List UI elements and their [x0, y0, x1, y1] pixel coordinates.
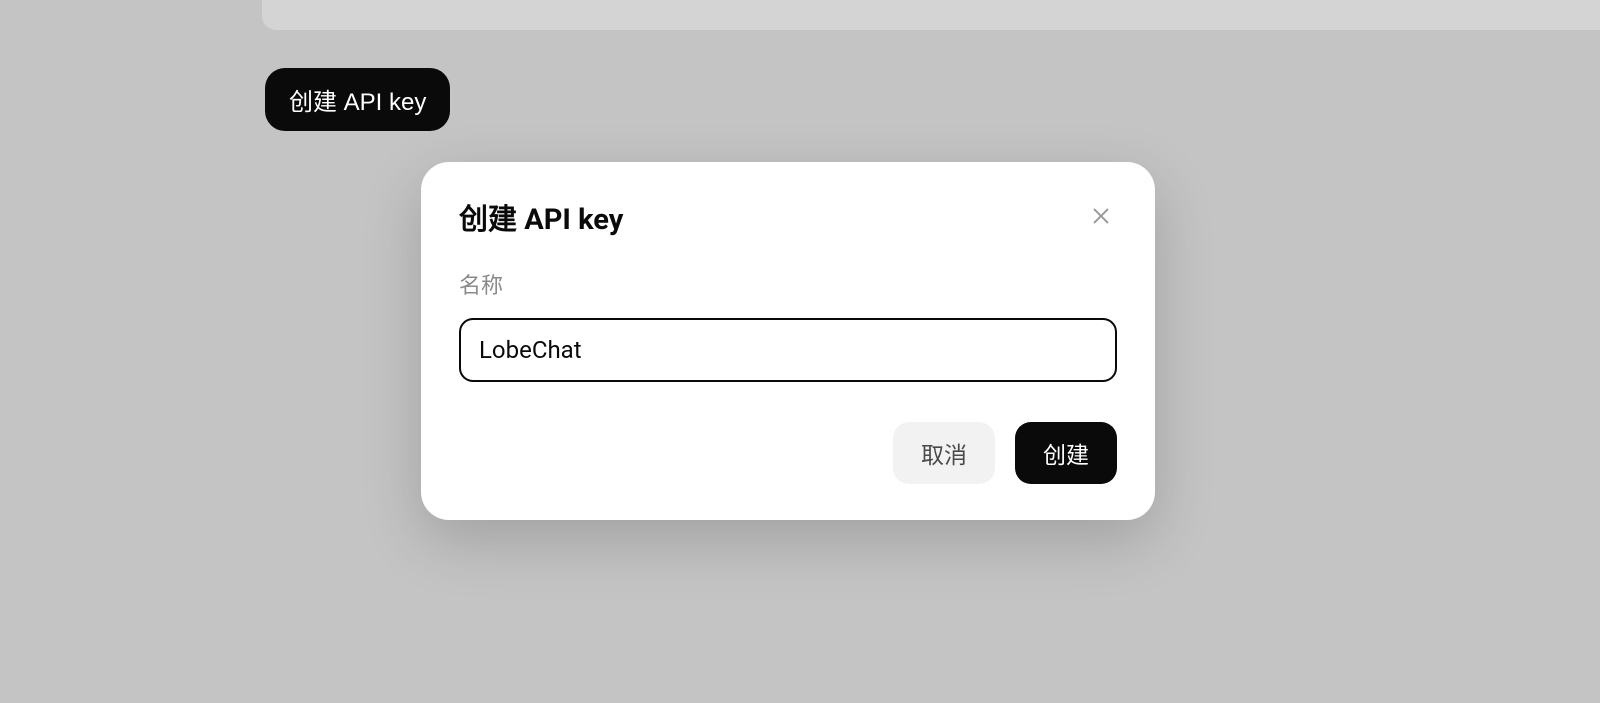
modal-header: 创建 API key: [459, 196, 1117, 238]
modal-footer: 取消 创建: [459, 422, 1117, 484]
name-field-label: 名称: [459, 268, 1117, 300]
create-api-key-modal: 创建 API key 名称 取消 创建: [421, 162, 1155, 520]
confirm-button[interactable]: 创建: [1015, 422, 1117, 484]
header-strip: [262, 0, 1600, 30]
name-input[interactable]: [459, 318, 1117, 382]
close-icon: [1090, 205, 1112, 230]
close-button[interactable]: [1085, 201, 1117, 233]
create-api-key-button[interactable]: 创建 API key: [265, 68, 450, 131]
modal-title: 创建 API key: [459, 196, 623, 238]
cancel-button[interactable]: 取消: [893, 422, 995, 484]
